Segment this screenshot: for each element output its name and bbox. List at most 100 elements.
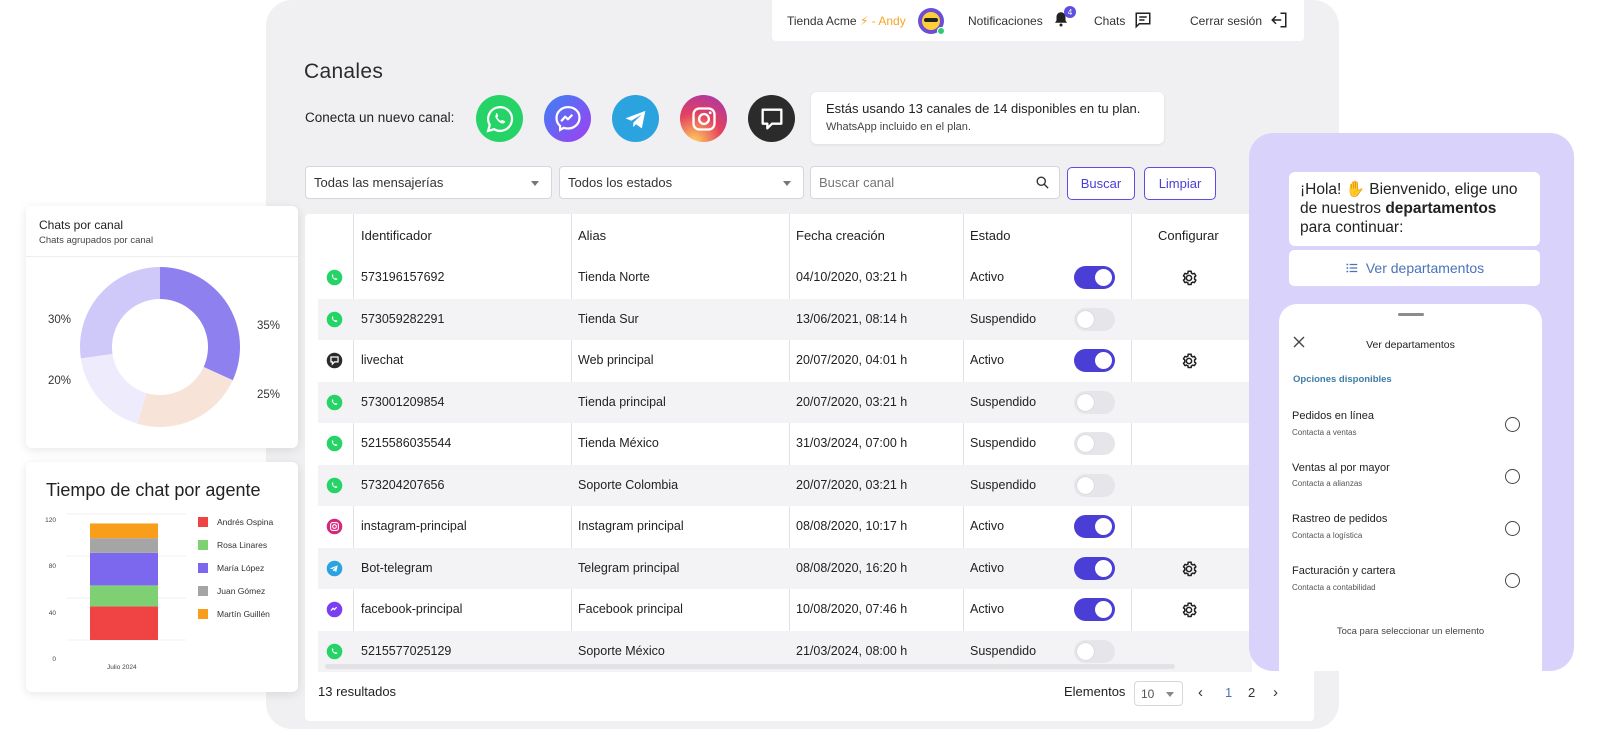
channel-alias: Tienda Sur: [578, 311, 639, 326]
whatsapp-channel-button[interactable]: [476, 95, 523, 142]
status-toggle[interactable]: [1074, 598, 1115, 621]
status-toggle[interactable]: [1074, 266, 1115, 289]
channel-identifier: 5215586035544: [361, 436, 452, 450]
drag-handle[interactable]: [1398, 313, 1424, 316]
legend-item: Rosa Linares: [198, 540, 267, 550]
table-row[interactable]: livechat Web principal 20/07/2020, 04:01 h…: [318, 340, 1252, 381]
clear-button[interactable]: Limpiar: [1144, 167, 1216, 200]
channel-status: Activo: [970, 270, 1005, 284]
status-toggle[interactable]: [1074, 349, 1115, 372]
status-toggle[interactable]: [1074, 556, 1115, 580]
livechat-channel-button[interactable]: [748, 95, 795, 142]
donut-slice[interactable]: [80, 267, 160, 359]
gear-icon[interactable]: [1180, 269, 1198, 287]
list-icon: [1346, 263, 1358, 273]
radio-button[interactable]: [1505, 417, 1520, 432]
header-created-date[interactable]: Fecha creación: [796, 228, 885, 243]
whatsapp-icon: [326, 477, 343, 494]
table-row[interactable]: facebook-principal Facebook principal 10/0…: [318, 589, 1252, 630]
messenger-channel-button[interactable]: [544, 95, 591, 142]
donut-slice[interactable]: [80, 353, 147, 424]
whatsapp-icon: [326, 394, 343, 411]
status-toggle[interactable]: [1074, 639, 1115, 663]
bar-segment[interactable]: [90, 606, 158, 640]
radio-button[interactable]: [1505, 469, 1520, 484]
search-icon[interactable]: [1035, 175, 1050, 190]
channel-created-date: 21/03/2024, 08:00 h: [796, 643, 908, 658]
table-row[interactable]: instagram-principal Instagram principal 08…: [318, 506, 1252, 547]
page-title: Canales: [304, 60, 384, 83]
horizontal-scrollbar[interactable]: [325, 664, 1175, 669]
search-channel-input[interactable]: [810, 166, 1060, 199]
gear-icon[interactable]: [1180, 601, 1198, 619]
channel-identifier: 573001209854: [361, 394, 445, 409]
legend-item: María López: [198, 563, 264, 573]
gear-icon[interactable]: [1180, 560, 1198, 578]
prev-page-icon[interactable]: ‹: [1198, 684, 1203, 701]
search-button[interactable]: Buscar: [1067, 167, 1135, 200]
view-departments-button[interactable]: Ver departamentos: [1289, 250, 1540, 286]
page-size-value: 10: [1141, 687, 1155, 701]
status-filter-select[interactable]: Todos los estados: [559, 166, 804, 199]
notifications-badge: 4: [1064, 6, 1076, 18]
plan-info-box: Estás usando 13 canales de 14 disponible…: [811, 92, 1164, 144]
messaging-filter-select[interactable]: Todas las mensajerías: [305, 166, 552, 199]
channel-alias: Facebook principal: [578, 602, 683, 616]
channel-status: Suspendido: [970, 394, 1037, 409]
notifications-label[interactable]: Notificaciones: [968, 14, 1043, 28]
status-toggle[interactable]: [1074, 307, 1115, 331]
chat-icon[interactable]: [1134, 11, 1152, 29]
channel-status: Suspendido: [970, 436, 1037, 450]
donut-slice[interactable]: [137, 366, 233, 427]
header-alias[interactable]: Alias: [578, 228, 606, 243]
table-row[interactable]: Bot-telegram Telegram principal 08/08/2020…: [318, 547, 1252, 589]
radio-button[interactable]: [1505, 521, 1520, 536]
messaging-filter-value: Todas las mensajerías: [314, 175, 444, 190]
logout-icon[interactable]: [1270, 11, 1288, 29]
instagram-channel-button[interactable]: [680, 95, 727, 142]
status-toggle[interactable]: [1074, 515, 1115, 538]
chat-time-by-agent-card: Tiempo de chat por agente 120 80 40 0 Ju…: [26, 462, 298, 692]
donut-slice[interactable]: [160, 267, 240, 381]
user-avatar[interactable]: [918, 8, 945, 35]
radio-button[interactable]: [1505, 573, 1520, 588]
header-status[interactable]: Estado: [970, 228, 1010, 243]
instagram-icon: [691, 106, 716, 131]
page-2-button[interactable]: 2: [1248, 685, 1255, 700]
status-toggle[interactable]: [1074, 390, 1115, 414]
options-heading: Opciones disponibles: [1293, 374, 1392, 385]
y-tick-label: 0: [52, 656, 56, 663]
telegram-channel-button[interactable]: [612, 95, 659, 142]
logout-label[interactable]: Cerrar sesión: [1190, 14, 1262, 28]
table-row[interactable]: 573001209854 Tienda principal 20/07/2020, …: [318, 381, 1252, 423]
header-identifier[interactable]: Identificador: [361, 228, 432, 243]
status-toggle[interactable]: [1074, 473, 1115, 497]
bar-segment[interactable]: [90, 538, 158, 553]
table-row[interactable]: 5215586035544 Tienda México 31/03/2024, 07…: [318, 423, 1252, 464]
table-row[interactable]: 573204207656 Soporte Colombia 20/07/2020, …: [318, 464, 1252, 506]
channel-created-date: 04/10/2020, 03:21 h: [796, 270, 908, 284]
header-configure[interactable]: Configurar: [1158, 228, 1219, 243]
chats-label[interactable]: Chats: [1094, 14, 1125, 28]
legend-item: Andrés Ospina: [198, 517, 273, 527]
channel-status: Activo: [970, 519, 1005, 533]
page-1-button[interactable]: 1: [1225, 685, 1232, 700]
channel-alias: Soporte México: [578, 643, 665, 658]
gear-icon[interactable]: [1180, 352, 1198, 370]
y-tick-label: 120: [45, 517, 56, 524]
status-toggle[interactable]: [1074, 432, 1115, 455]
channel-alias: Tienda Norte: [578, 270, 650, 284]
y-tick-label: 40: [48, 610, 56, 617]
bar-segment[interactable]: [90, 585, 158, 607]
page-size-select[interactable]: 10: [1134, 681, 1183, 706]
bar-segment[interactable]: [90, 552, 158, 586]
elements-label: Elementos: [1064, 684, 1126, 699]
bar-segment[interactable]: [90, 523, 158, 539]
next-page-icon[interactable]: ›: [1273, 684, 1278, 701]
channel-status: Suspendido: [970, 311, 1037, 326]
table-row[interactable]: 573059282291 Tienda Sur 13/06/2021, 08:14 …: [318, 298, 1252, 340]
table-row[interactable]: 573196157692 Tienda Norte 04/10/2020, 03:2…: [318, 257, 1252, 298]
store-user-label[interactable]: Tienda Acme ⚡ - Andy: [787, 14, 906, 28]
instagram-icon: [326, 518, 343, 535]
channel-identifier: 5215577025129: [361, 643, 452, 658]
